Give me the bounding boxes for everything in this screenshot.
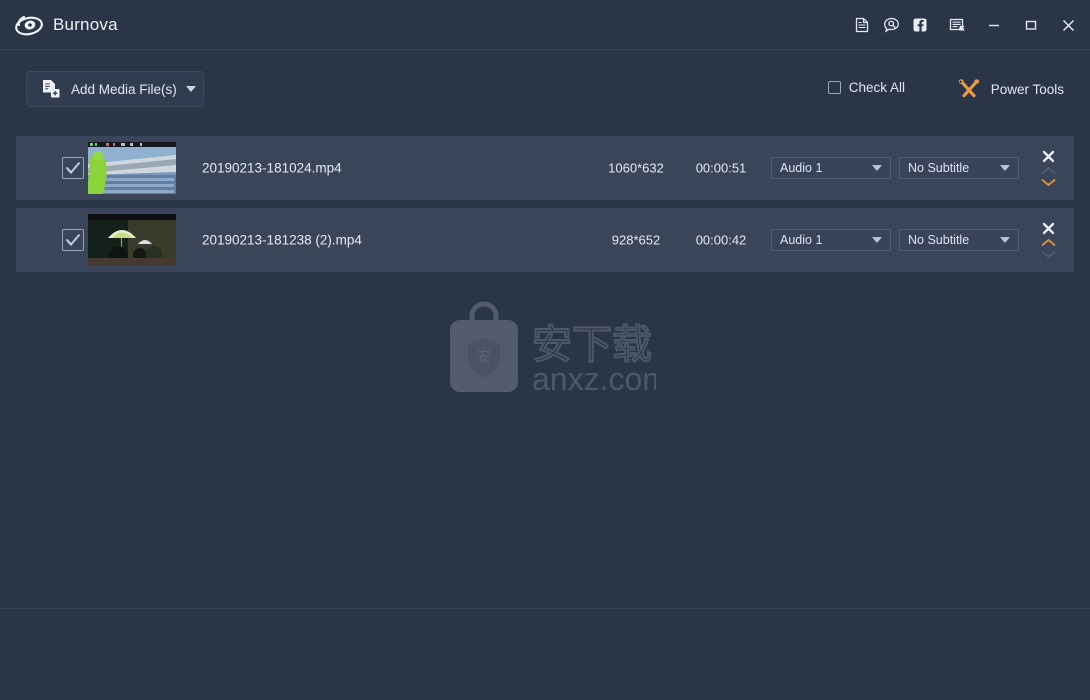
minimize-button[interactable] <box>980 10 1008 40</box>
svg-text:安: 安 <box>476 348 491 366</box>
check-all-label: Check All <box>848 80 905 95</box>
subtitle-value: No Subtitle <box>908 233 970 247</box>
check-all-checkbox[interactable] <box>827 81 841 94</box>
file-resolution: 928*652 <box>611 232 661 248</box>
check-all-control[interactable]: Check All <box>827 80 905 95</box>
add-media-files-button[interactable]: Add Media File(s) <box>26 71 204 107</box>
file-duration: 00:00:51 <box>695 160 747 176</box>
add-file-icon <box>40 78 62 100</box>
burnova-window: Burnova Add Media File(s) Check All Powe… <box>0 0 1090 700</box>
subtitle-select[interactable]: No Subtitle <box>899 229 1019 251</box>
burnova-disc-logo-icon <box>14 10 44 40</box>
file-duration: 00:00:42 <box>695 232 747 248</box>
power-tools-label: Power Tools <box>990 81 1064 97</box>
move-up-button[interactable] <box>1041 238 1056 247</box>
tools-icon <box>957 78 981 100</box>
remove-file-button[interactable] <box>1042 222 1055 235</box>
row-controls <box>1032 136 1064 200</box>
file-name: 20190213-181238 (2).mp4 <box>202 232 362 248</box>
app-title: Burnova <box>53 14 118 34</box>
window-controls <box>847 0 1082 50</box>
feedback-chat-icon[interactable] <box>877 10 905 40</box>
register-document-icon[interactable] <box>848 10 876 40</box>
video-thumbnail <box>88 142 176 194</box>
move-down-button[interactable] <box>1041 178 1056 187</box>
remove-file-button[interactable] <box>1042 150 1055 163</box>
row-controls <box>1032 208 1064 272</box>
audio-track-value: Audio 1 <box>780 233 823 247</box>
svg-text:安下载: 安下载 <box>532 322 652 368</box>
brand: Burnova <box>14 10 118 40</box>
subtitle-value: No Subtitle <box>908 161 970 175</box>
close-button[interactable] <box>1054 10 1082 40</box>
chevron-down-icon <box>872 165 882 171</box>
chevron-down-icon <box>185 86 196 92</box>
bottom-settings-bar: Disc Type BD-25 (25GB) Aspect Ratio: 16:… <box>0 608 1090 700</box>
toolbar: Add Media File(s) Check All Power Tools <box>0 50 1090 128</box>
video-thumbnail <box>88 214 176 266</box>
title-bar: Burnova <box>0 0 1090 50</box>
table-row[interactable]: 20190213-181024.mp4 1060*632 00:00:51 Au… <box>16 136 1074 200</box>
row-checkbox[interactable] <box>62 157 84 179</box>
facebook-icon[interactable] <box>906 10 934 40</box>
table-row[interactable]: 20190213-181238 (2).mp4 928*652 00:00:42… <box>16 208 1074 272</box>
chevron-down-icon <box>1000 237 1010 243</box>
move-down-button[interactable] <box>1041 250 1056 259</box>
power-tools-button[interactable]: Power Tools <box>957 78 1064 100</box>
menu-list-icon[interactable] <box>943 10 971 40</box>
add-media-label: Add Media File(s) <box>71 81 177 97</box>
chevron-down-icon <box>872 237 882 243</box>
audio-track-select[interactable]: Audio 1 <box>771 229 891 251</box>
subtitle-select[interactable]: No Subtitle <box>899 157 1019 179</box>
audio-track-value: Audio 1 <box>780 161 823 175</box>
move-up-button[interactable] <box>1041 166 1056 175</box>
row-checkbox[interactable] <box>62 229 84 251</box>
svg-text:anxz.com: anxz.com <box>532 361 656 397</box>
file-resolution: 1060*632 <box>608 160 664 176</box>
site-watermark: 安 安下载 anxz.com <box>436 300 669 400</box>
audio-track-select[interactable]: Audio 1 <box>771 157 891 179</box>
file-name: 20190213-181024.mp4 <box>202 160 342 176</box>
chevron-down-icon <box>1000 165 1010 171</box>
maximize-button[interactable] <box>1017 10 1045 40</box>
media-file-list: 20190213-181024.mp4 1060*632 00:00:51 Au… <box>16 136 1074 272</box>
